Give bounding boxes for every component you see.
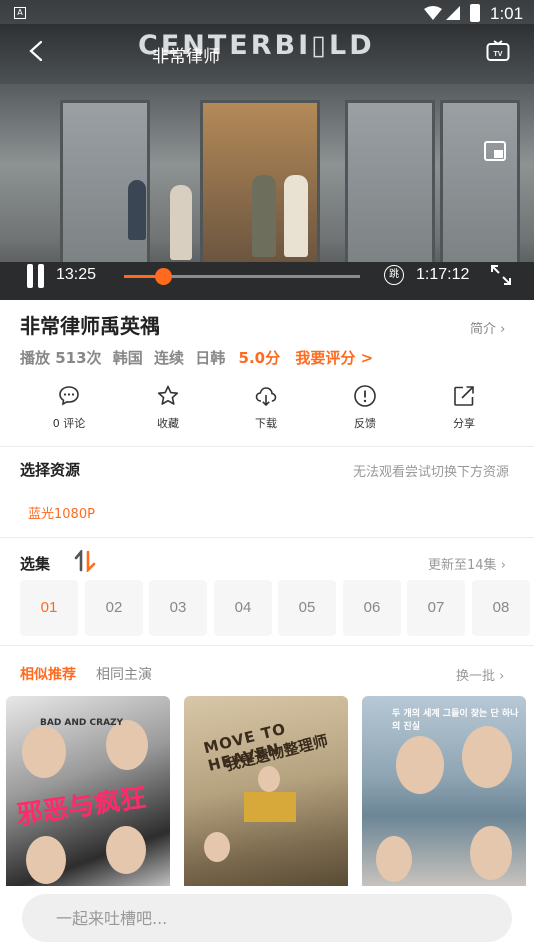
- source-title: 选择资源: [20, 461, 81, 479]
- episode-item[interactable]: 02: [85, 580, 143, 636]
- divider: [0, 446, 534, 447]
- video-frame-person: [128, 180, 146, 240]
- sort-order-icon[interactable]: [74, 550, 96, 572]
- comment-icon: [59, 386, 79, 406]
- poster-list: BAD AND CRAZY 邪恶与疯狂 MOVE TO HEAVEN 我是遗物整…: [0, 696, 534, 896]
- battery-icon: [470, 4, 480, 22]
- episodes-update[interactable]: 更新至14集 ›: [428, 554, 506, 573]
- share-icon: [454, 386, 474, 406]
- show-meta: 播放 513次 韩国 连续 日韩 5.0分 我要评分 >: [20, 347, 379, 368]
- skip-intro-icon[interactable]: 跳: [384, 265, 404, 285]
- episode-item[interactable]: 04: [214, 580, 272, 636]
- signal-icon: [446, 6, 460, 20]
- divider: [0, 645, 534, 646]
- poster-face: [376, 836, 412, 882]
- status-time: 1:01: [490, 4, 524, 23]
- video-title: 非常律师: [152, 47, 220, 67]
- poster-box: [244, 792, 296, 822]
- current-time: 13:25: [56, 266, 97, 283]
- episode-item[interactable]: 08: [472, 580, 530, 636]
- player-controls: 13:25 跳 1:17:12: [0, 258, 534, 294]
- episodes-title: 选集: [20, 555, 51, 573]
- video-frame-person: [252, 175, 276, 257]
- notification-icon: A: [14, 7, 26, 19]
- episode-item[interactable]: 03: [149, 580, 207, 636]
- source-hint: 无法观看尝试切换下方资源: [353, 465, 510, 480]
- show-status: 连续: [154, 349, 185, 367]
- poster-face: [26, 836, 66, 884]
- alert-circle-icon: [354, 385, 376, 407]
- region: 韩国: [112, 349, 143, 367]
- chevron-right-icon: ›: [499, 669, 505, 684]
- comment-input[interactable]: [22, 894, 512, 942]
- poster-card[interactable]: MOVE TO HEAVEN 我是遗物整理师: [184, 696, 348, 896]
- play-count: 播放 513次: [20, 349, 102, 367]
- intro-link[interactable]: 简介 ›: [470, 318, 505, 337]
- genre: 日韩: [195, 349, 226, 367]
- poster-face: [22, 726, 66, 778]
- comment-label: 0 评论: [52, 417, 86, 430]
- video-player[interactable]: CENTERBI▯LD A 1:01 非常律师 TV 13:25 跳 1:17:…: [0, 0, 534, 300]
- poster-card[interactable]: 두 개의 세계 그들이 찾는 단 하나의 진실: [362, 696, 526, 896]
- comment-bar: [0, 886, 534, 950]
- source-option[interactable]: 蓝光1080P: [28, 503, 95, 522]
- status-bar: A 1:01: [0, 0, 534, 28]
- favorite-label: 收藏: [157, 417, 179, 430]
- comment-button[interactable]: 0 评论: [29, 384, 109, 431]
- poster-title: 邪恶与疯狂: [14, 783, 148, 831]
- video-frame-person: [284, 175, 308, 257]
- refresh-label: 换一批: [456, 669, 496, 684]
- poster-face: [470, 826, 512, 880]
- video-frame-person: [170, 185, 192, 260]
- wifi-icon: [424, 6, 442, 20]
- share-label: 分享: [453, 417, 475, 430]
- picture-in-picture-icon[interactable]: [484, 141, 506, 161]
- cloud-download-icon: [255, 387, 277, 407]
- svg-text:TV: TV: [494, 51, 503, 58]
- download-button[interactable]: 下载: [226, 384, 306, 431]
- tab-same-cast[interactable]: 相同主演: [96, 664, 152, 684]
- video-frame-door: [440, 100, 520, 265]
- score: 5.0分: [238, 349, 281, 367]
- favorite-button[interactable]: 收藏: [128, 384, 208, 431]
- episode-item[interactable]: 06: [343, 580, 401, 636]
- poster-card[interactable]: BAD AND CRAZY 邪恶与疯狂: [6, 696, 170, 896]
- tab-similar[interactable]: 相似推荐: [20, 664, 76, 684]
- divider: [0, 537, 534, 538]
- fullscreen-icon[interactable]: [490, 264, 512, 286]
- tv-cast-icon[interactable]: TV: [486, 40, 510, 62]
- episodes-update-label: 更新至14集: [428, 558, 497, 573]
- episode-item[interactable]: 05: [278, 580, 336, 636]
- episode-item[interactable]: 07: [407, 580, 465, 636]
- poster-face: [462, 726, 512, 788]
- app-root: CENTERBI▯LD A 1:01 非常律师 TV 13:25 跳 1:17:…: [0, 0, 534, 950]
- intro-label: 简介: [470, 322, 497, 337]
- poster-face: [106, 826, 146, 874]
- poster-subtitle: 두 개의 세계 그들이 찾는 단 하나의 진실: [392, 709, 519, 732]
- poster-face: [258, 766, 280, 792]
- chevron-right-icon: ›: [500, 558, 506, 573]
- poster-subtitle: BAD AND CRAZY: [40, 718, 124, 728]
- progress-handle[interactable]: [155, 268, 172, 285]
- back-icon[interactable]: [26, 40, 48, 62]
- episode-item[interactable]: 01: [20, 580, 78, 636]
- download-label: 下载: [255, 417, 277, 430]
- chevron-right-icon: ›: [500, 322, 506, 337]
- feedback-label: 反馈: [354, 417, 376, 430]
- star-icon: [157, 385, 179, 405]
- total-time: 1:17:12: [416, 266, 470, 283]
- share-button[interactable]: 分享: [424, 384, 504, 431]
- feedback-button[interactable]: 反馈: [325, 384, 405, 431]
- episode-list[interactable]: 01 02 03 04 05 06 07 08: [20, 580, 534, 636]
- refresh-button[interactable]: 换一批 ›: [456, 665, 504, 684]
- poster-face: [204, 832, 230, 862]
- pause-icon[interactable]: [26, 264, 46, 288]
- video-frame-door: [345, 100, 435, 265]
- show-title: 非常律师禹英禑: [20, 314, 160, 338]
- rate-button[interactable]: 我要评分 >: [295, 349, 373, 367]
- poster-face: [396, 736, 444, 794]
- action-bar: 0 评论 收藏 下载 反馈 分享: [0, 384, 534, 440]
- progress-bar[interactable]: [124, 268, 360, 285]
